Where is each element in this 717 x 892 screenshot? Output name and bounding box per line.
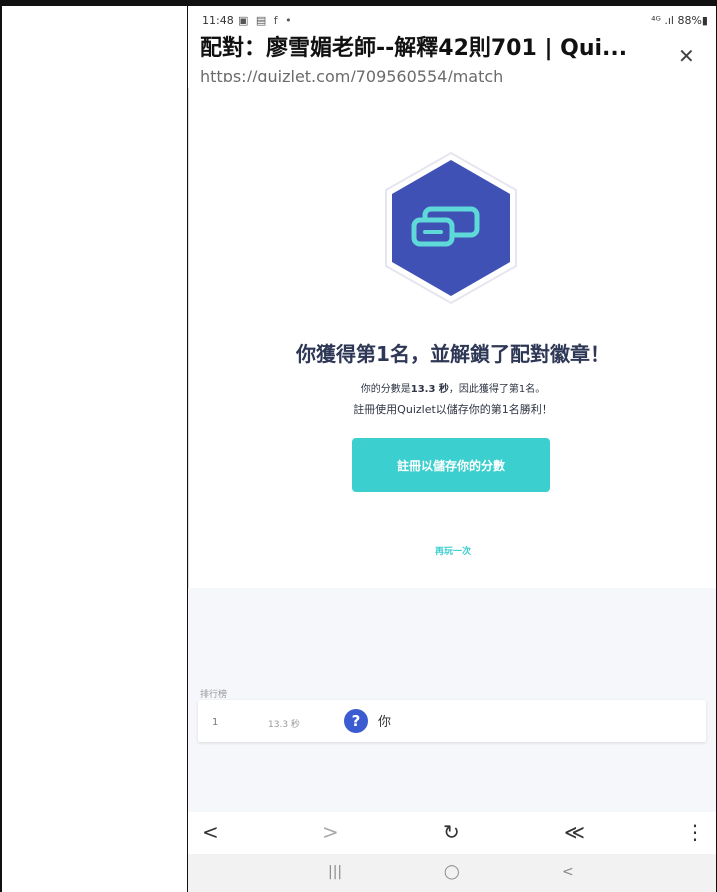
leaderboard-name: 你 <box>378 715 392 730</box>
avatar: ? <box>344 709 368 733</box>
signal-icon: ⁴ᴳ .ıl <box>651 14 674 27</box>
score-suffix: ，因此獲得了第1名。 <box>448 384 546 395</box>
leaderboard-row: 1 13.3 秒 ? 你 <box>198 700 706 742</box>
status-bar: 11:48 ▣ ▤ f • ⁴ᴳ .ıl 88%▮ <box>188 14 716 30</box>
leaderboard-section: 排行榜 1 13.3 秒 ? 你 <box>188 588 716 812</box>
notification-icons: ▣ ▤ f • <box>238 14 294 27</box>
phone-screen: 11:48 ▣ ▤ f • ⁴ᴳ .ıl 88%▮ 配對：廖雪媚老師--解釋42… <box>188 6 716 892</box>
system-nav-bar: ||| ◯ < <box>188 854 716 892</box>
forward-icon[interactable]: > <box>322 820 339 844</box>
page-title: 配對：廖雪媚老師--解釋42則701 | Qui... <box>200 36 628 61</box>
signup-save-score-button[interactable]: 註冊以儲存你的分數 <box>352 438 550 492</box>
save-hint-text: 註冊使用Quizlet以儲存你的第1名勝利！ <box>353 403 553 416</box>
share-icon[interactable]: ≪ <box>564 820 585 844</box>
menu-icon[interactable]: ⋮ <box>685 820 705 844</box>
match-badge-icon <box>385 151 517 305</box>
score-prefix: 你的分數是 <box>360 384 411 395</box>
screenshot-frame: 11:48 ▣ ▤ f • ⁴ᴳ .ıl 88%▮ 配對：廖雪媚老師--解釋42… <box>0 0 717 892</box>
home-icon[interactable]: ◯ <box>444 864 460 880</box>
recents-icon[interactable]: ||| <box>328 864 342 880</box>
score-text: 你的分數是13.3 秒，因此獲得了第1名。 <box>189 380 716 395</box>
back-icon[interactable]: < <box>202 820 219 844</box>
battery-indicator: 88%▮ <box>677 14 708 27</box>
status-right: ⁴ᴳ .ıl 88%▮ <box>651 14 708 27</box>
result-panel: 你獲得第1名，並解鎖了配對徽章！ 你的分數是13.3 秒，因此獲得了第1名。 註… <box>188 88 716 588</box>
page-url[interactable]: https://quizlet.com/709560554/match <box>200 64 700 82</box>
leaderboard-label: 排行榜 <box>200 690 228 700</box>
result-headline: 你獲得第1名，並解鎖了配對徽章！ <box>296 342 610 366</box>
browser-toolbar: < > ↻ ≪ ⋮ <box>188 812 716 854</box>
reload-icon[interactable]: ↻ <box>443 820 460 844</box>
left-border <box>0 0 2 892</box>
leaderboard-rank: 1 <box>212 717 219 728</box>
status-time: 11:48 <box>202 14 234 27</box>
system-back-icon[interactable]: < <box>562 864 574 880</box>
leaderboard-time: 13.3 秒 <box>268 720 300 730</box>
score-value: 13.3 秒 <box>410 384 449 395</box>
replay-link[interactable]: 再玩一次 <box>189 544 716 557</box>
